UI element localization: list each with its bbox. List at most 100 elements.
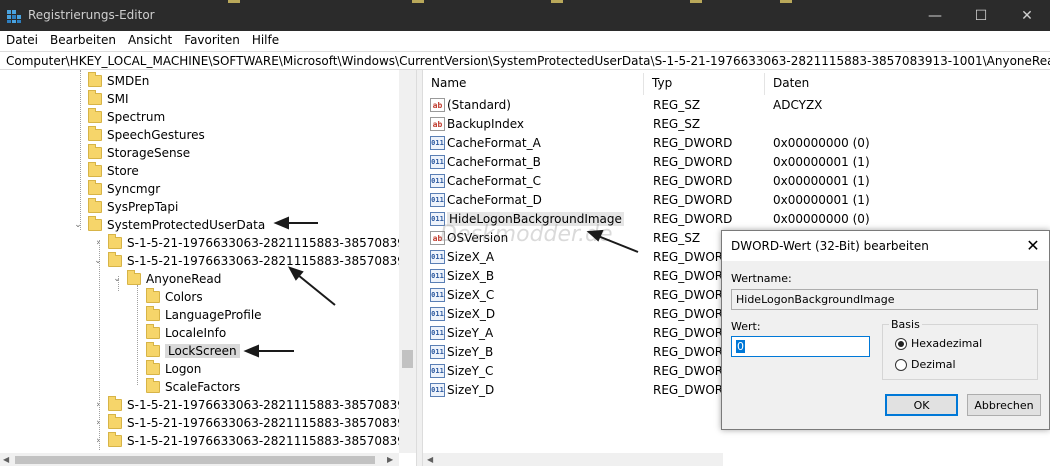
tree-item[interactable]: ⌄ SystemProtectedUserData — [72, 216, 265, 234]
value-name: SizeX_D — [447, 307, 496, 321]
collapsed-chevron-icon[interactable]: › — [92, 436, 104, 446]
list-horizontal-scrollbar[interactable] — [423, 453, 723, 466]
tree-item-label: LockScreen — [165, 344, 240, 358]
close-button[interactable]: ✕ — [1004, 0, 1050, 31]
expanded-chevron-icon[interactable]: ⌄ — [111, 274, 123, 284]
tree-item[interactable]: Colors — [130, 288, 203, 306]
tree-pane: SMDEn SMI Spectrum SpeechGestures StorageSen… — [0, 70, 416, 466]
value-name: SizeX_A — [447, 250, 495, 264]
value-row[interactable]: 011 CacheFormat_A REG_DWORD 0x00000000 (0) — [423, 134, 1050, 153]
value-row[interactable]: 011 CacheFormat_C REG_DWORD 0x00000001 (1) — [423, 172, 1050, 191]
radio-hexadecimal[interactable]: Hexadezimal — [895, 337, 982, 350]
tree-vertical-scroll-thumb[interactable] — [402, 350, 413, 368]
collapsed-chevron-icon[interactable]: › — [92, 238, 104, 248]
tree-item[interactable]: StorageSense — [72, 144, 190, 162]
tree-item[interactable]: SMDEn — [72, 72, 149, 90]
scroll-left-arrow-icon[interactable]: ◀ — [3, 455, 9, 464]
value-name: SizeX_B — [447, 269, 495, 283]
tree-item[interactable]: LockScreen — [130, 342, 240, 360]
tree-item[interactable]: › S-1-5-21-1976633063-2821115883-38570839… — [92, 234, 416, 252]
expanded-chevron-icon[interactable]: ⌄ — [92, 256, 104, 266]
value-name: SizeY_D — [447, 383, 495, 397]
folder-icon — [88, 126, 102, 141]
collapsed-chevron-icon[interactable]: › — [92, 418, 104, 428]
pane-splitter[interactable] — [416, 70, 423, 466]
edit-dword-dialog: DWORD-Wert (32-Bit) bearbeiten ✕ Wertnam… — [721, 230, 1050, 430]
value-name-label: Wertname: — [731, 272, 792, 285]
value-type: REG_SZ — [653, 98, 701, 112]
tree-item[interactable]: › S-1-5-21-1976633063-2821115883-38570839… — [92, 432, 416, 450]
tree-item[interactable]: › S-1-5-21-1976633063-2821115883-38570839… — [92, 396, 416, 414]
tree-item[interactable]: SpeechGestures — [72, 126, 205, 144]
folder-icon — [88, 216, 102, 231]
menu-favoriten[interactable]: Favoriten — [178, 31, 246, 50]
dword-value-icon: 011 — [430, 155, 445, 169]
folder-icon — [108, 432, 122, 447]
tree-item-label: Logon — [165, 362, 202, 376]
tree-item[interactable]: SMI — [72, 90, 129, 108]
regedit-app-icon — [7, 10, 21, 23]
tree-horizontal-scroll-thumb[interactable] — [15, 456, 375, 464]
value-data: 0x00000000 (0) — [773, 136, 870, 150]
value-row[interactable]: ab (Standard) REG_SZ ADCYZX — [423, 96, 1050, 115]
value-type: REG_DWORD — [653, 136, 733, 150]
list-scroll-left-arrow-icon[interactable]: ◀ — [427, 455, 433, 464]
value-data-input[interactable]: 0 — [731, 336, 870, 357]
value-name: CacheFormat_A — [447, 136, 541, 150]
expanded-chevron-icon[interactable]: ⌄ — [72, 220, 84, 230]
tree-item[interactable]: › S-1-5-21-1976633063-2821115883-38570839… — [92, 414, 416, 432]
radio-hexadecimal-dot[interactable] — [895, 337, 907, 350]
value-data-text: 0 — [736, 340, 745, 353]
menu-bar: Datei Bearbeiten Ansicht Favoriten Hilfe — [0, 31, 1050, 50]
tree-item[interactable]: Store — [72, 162, 139, 180]
tree-item[interactable]: LanguageProfile — [130, 306, 262, 324]
value-name: CacheFormat_D — [447, 193, 542, 207]
ok-button[interactable]: OK — [885, 394, 958, 416]
tree-item[interactable]: ⌄ AnyoneRead — [111, 270, 221, 288]
string-value-icon: ab — [430, 117, 445, 131]
value-type: REG_SZ — [653, 231, 701, 245]
tree-item[interactable]: LocaleInfo — [130, 324, 226, 342]
dword-value-icon: 011 — [430, 250, 445, 264]
value-row[interactable]: ab BackupIndex REG_SZ — [423, 115, 1050, 134]
column-header-type[interactable]: Typ — [644, 73, 765, 95]
menu-ansicht[interactable]: Ansicht — [122, 31, 178, 50]
scroll-right-arrow-icon[interactable]: ▶ — [387, 455, 393, 464]
minimize-button[interactable]: — — [912, 0, 958, 31]
folder-icon — [127, 270, 141, 285]
radio-decimal-dot[interactable] — [895, 358, 907, 371]
tree-item[interactable]: Spectrum — [72, 108, 165, 126]
value-name: (Standard) — [447, 98, 511, 112]
value-name-field: HideLogonBackgroundImage — [731, 289, 1038, 310]
address-bar[interactable]: Computer\HKEY_LOCAL_MACHINE\SOFTWARE\Mic… — [0, 51, 1050, 70]
value-name: SizeY_A — [447, 326, 494, 340]
column-header-data[interactable]: Daten — [765, 73, 1050, 95]
menu-datei[interactable]: Datei — [0, 31, 44, 50]
titlebar-decoration — [228, 0, 240, 3]
tree-item[interactable]: ScaleFactors — [130, 378, 240, 396]
folder-icon — [88, 162, 102, 177]
tree-item[interactable]: Logon — [130, 360, 201, 378]
tree-item[interactable]: Syncmgr — [72, 180, 160, 198]
dword-value-icon: 011 — [430, 174, 445, 188]
menu-hilfe[interactable]: Hilfe — [246, 31, 285, 50]
tree-item[interactable]: ⌄ S-1-5-21-1976633063-2821115883-38570839… — [92, 252, 416, 270]
column-header-name[interactable]: Name — [423, 73, 644, 95]
tree-item-label: Store — [107, 164, 139, 178]
cancel-button[interactable]: Abbrechen — [967, 394, 1041, 416]
tree-item-label: LocaleInfo — [165, 326, 227, 340]
titlebar-decoration — [690, 0, 702, 3]
dword-value-icon: 011 — [430, 307, 445, 321]
value-type: REG_DWORD — [653, 212, 733, 226]
tree-item-label: S-1-5-21-1976633063-2821115883-385708391… — [127, 398, 416, 412]
value-type: REG_DWORD — [653, 174, 733, 188]
menu-bearbeiten[interactable]: Bearbeiten — [44, 31, 122, 50]
value-row[interactable]: 011 CacheFormat_D REG_DWORD 0x00000001 (1) — [423, 191, 1050, 210]
tree-vertical-scrollbar[interactable] — [399, 70, 416, 453]
value-row[interactable]: 011 CacheFormat_B REG_DWORD 0x00000001 (1) — [423, 153, 1050, 172]
dialog-close-icon[interactable]: ✕ — [1023, 236, 1043, 256]
collapsed-chevron-icon[interactable]: › — [92, 400, 104, 410]
radio-decimal[interactable]: Dezimal — [895, 358, 956, 371]
maximize-button[interactable]: ☐ — [958, 0, 1004, 31]
tree-item[interactable]: SysPrepTapi — [72, 198, 178, 216]
